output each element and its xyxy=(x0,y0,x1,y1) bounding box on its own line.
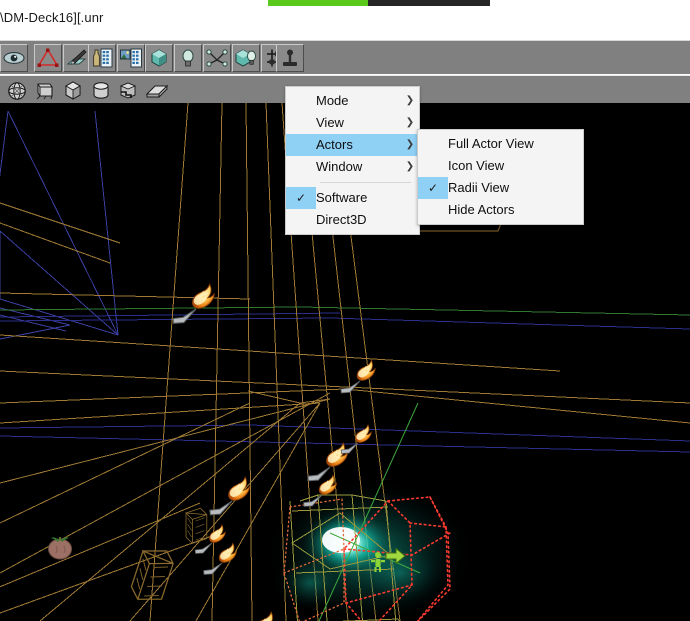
check-slot xyxy=(286,209,316,231)
menu-item-label: View xyxy=(316,112,401,134)
cube-actor-icon[interactable] xyxy=(145,44,173,72)
menu-item-mode[interactable]: Mode❯ xyxy=(286,90,419,112)
check-slot xyxy=(418,155,448,177)
actors-submenu[interactable]: Full Actor ViewIcon View✓Radii ViewHide … xyxy=(417,129,584,225)
submenu-item-full-actor-view[interactable]: Full Actor View xyxy=(418,133,583,155)
submenu-item-radii-view[interactable]: ✓Radii View xyxy=(418,177,583,199)
menu-item-window[interactable]: Window❯ xyxy=(286,156,419,178)
menu-item-label: Full Actor View xyxy=(448,133,565,155)
check-slot xyxy=(286,90,316,112)
menu-item-label: Software xyxy=(316,187,401,209)
add-special-brush-icon[interactable] xyxy=(88,44,116,72)
texture-brush-icon[interactable] xyxy=(117,44,145,72)
submenu-item-hide-actors[interactable]: Hide Actors xyxy=(418,199,583,221)
page-title: \DM-Deck16][.unr xyxy=(0,10,103,25)
chevron-right-icon: ❯ xyxy=(401,90,419,112)
menu-item-label: Mode xyxy=(316,90,401,112)
menu-item-label: Radii View xyxy=(448,177,565,199)
toolbar-group-select xyxy=(0,44,28,72)
toolbar-group-actors xyxy=(145,44,289,72)
mouse-select-icon[interactable] xyxy=(0,44,28,72)
menu-item-direct3d[interactable]: Direct3D xyxy=(286,209,419,231)
brush-button-row xyxy=(4,77,172,105)
toolbar-group-geometry xyxy=(34,44,91,72)
check-slot xyxy=(418,133,448,155)
toolbar-group-build xyxy=(88,44,145,72)
check-slot xyxy=(286,134,316,156)
menu-item-label: Hide Actors xyxy=(448,199,565,221)
check-slot xyxy=(418,199,448,221)
viewport-context-menu[interactable]: Mode❯View❯Actors❯Window❯ ✓SoftwareDirect… xyxy=(285,86,420,235)
toolbar-group-play xyxy=(276,44,304,72)
path-node-icon[interactable] xyxy=(203,44,231,72)
title-bar: \DM-Deck16][.unr xyxy=(0,6,690,36)
cube-light-icon[interactable] xyxy=(232,44,260,72)
check-icon: ✓ xyxy=(286,187,316,209)
submenu-item-icon-view[interactable]: Icon View xyxy=(418,155,583,177)
main-toolbar xyxy=(0,40,690,74)
triangle-brush-icon[interactable] xyxy=(34,44,62,72)
menu-item-label: Direct3D xyxy=(316,209,401,231)
menu-item-label: Window xyxy=(316,156,401,178)
check-slot xyxy=(286,156,316,178)
menu-separator xyxy=(320,182,411,183)
menu-item-label: Icon View xyxy=(448,155,565,177)
cube-brush-icon[interactable] xyxy=(60,79,86,103)
sphere-brush-icon[interactable] xyxy=(4,79,30,103)
menu-item-view[interactable]: View❯ xyxy=(286,112,419,134)
menu-item-actors[interactable]: Actors❯ xyxy=(286,134,419,156)
check-slot xyxy=(286,112,316,134)
joystick-icon[interactable] xyxy=(276,44,304,72)
cylinder-brush-icon[interactable] xyxy=(88,79,114,103)
check-icon: ✓ xyxy=(418,177,448,199)
sheet-brush-icon[interactable] xyxy=(144,79,170,103)
vertex-edit-icon[interactable] xyxy=(63,44,91,72)
light-bulb-icon[interactable] xyxy=(174,44,202,72)
wedge-brush-icon[interactable] xyxy=(32,79,58,103)
menu-item-software[interactable]: ✓Software xyxy=(286,187,419,209)
menu-item-label: Actors xyxy=(316,134,401,156)
staircase-brush-icon[interactable] xyxy=(116,79,142,103)
editor-window: \DM-Deck16][.unr xyxy=(0,0,690,621)
